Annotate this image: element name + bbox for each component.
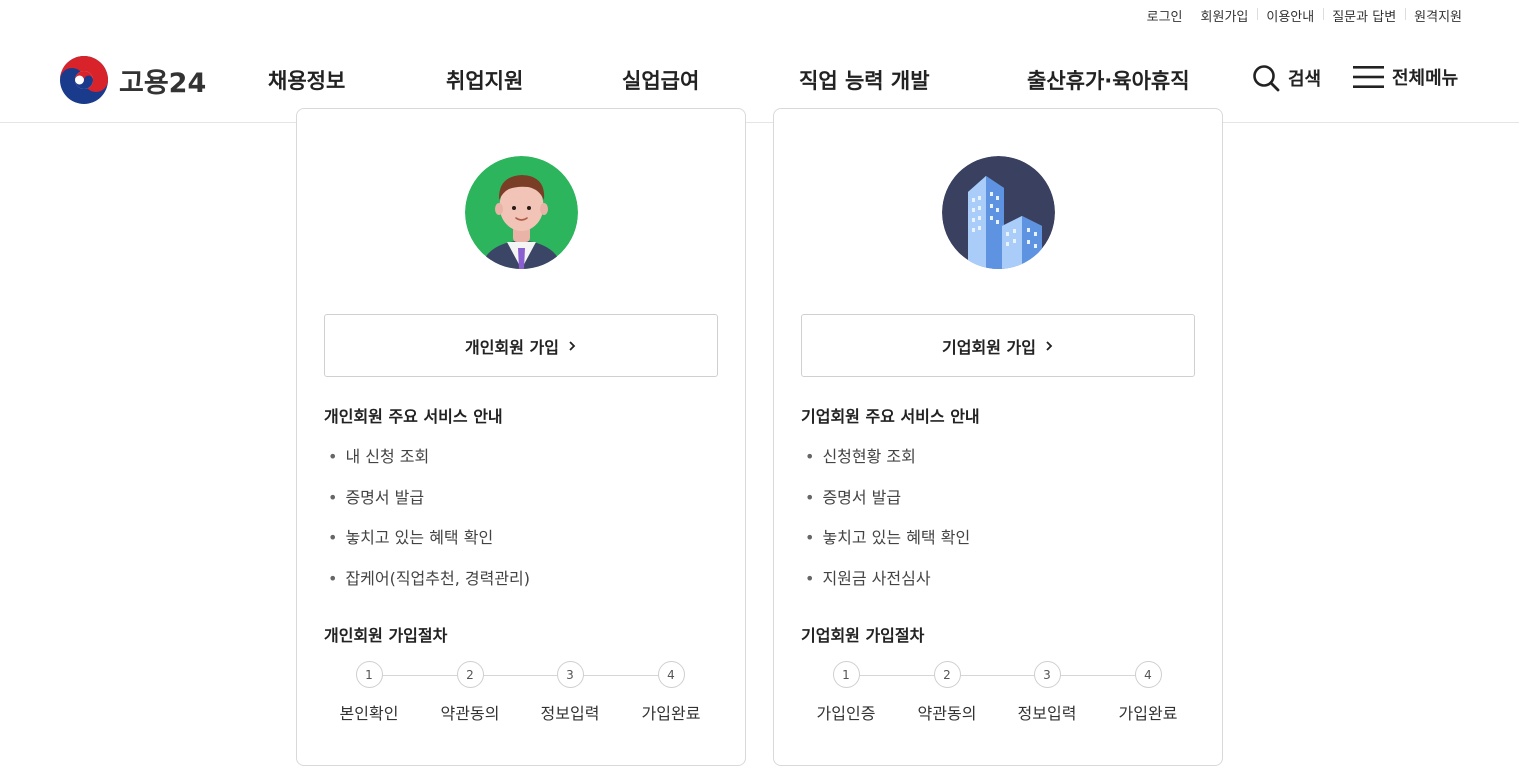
chevron-right-icon bbox=[569, 340, 576, 351]
corporate-join-button[interactable]: 기업회원 가입 bbox=[801, 314, 1195, 377]
site-logo[interactable]: 고용24 bbox=[59, 55, 206, 105]
login-link[interactable]: 로그인 bbox=[1138, 6, 1192, 25]
taegeuk-logo-icon bbox=[60, 56, 108, 104]
building-avatar-icon bbox=[942, 156, 1055, 269]
personal-member-card: 개인회원 가입 개인회원 주요 서비스 안내 • 내 신청 조회 • 증명서 발급 … bbox=[296, 108, 746, 766]
search-label: 검색 bbox=[1288, 69, 1322, 90]
list-item: • 지원금 사전심사 bbox=[805, 568, 931, 588]
list-item: • 내 신청 조회 bbox=[328, 447, 430, 466]
nav-parental-leave[interactable]: 출산휴가·육아휴직 bbox=[1027, 65, 1190, 95]
main-header: 고용24 채용정보 취업지원 실업급여 직업 능력 개발 출산휴가·육아휴직 검… bbox=[0, 30, 1519, 123]
full-menu-label: 전체메뉴 bbox=[1392, 68, 1459, 89]
qna-link[interactable]: 질문과 답변 bbox=[1323, 6, 1405, 25]
signup-link[interactable]: 회원가입 bbox=[1192, 6, 1258, 25]
corporate-join-label: 기업회원 가입 bbox=[942, 337, 1036, 357]
list-item: • 증명서 발급 bbox=[328, 487, 425, 507]
corporate-member-card: 기업회원 가입 기업회원 주요 서비스 안내 • 신청현황 조회 • 증명서 발급 … bbox=[773, 108, 1223, 766]
corporate-join-steps: 1 가입인증 2 약관동의 3 정보입력 4 가입완료 bbox=[801, 661, 1201, 731]
person-avatar-icon bbox=[465, 156, 578, 269]
step-1: 1 가입인증 bbox=[801, 661, 891, 724]
remote-support-link[interactable]: 원격지원 bbox=[1405, 6, 1462, 25]
step-2: 2 약관동의 bbox=[902, 661, 992, 724]
hamburger-menu-icon bbox=[1353, 66, 1384, 88]
nav-unemployment-benefits[interactable]: 실업급여 bbox=[622, 65, 699, 95]
step-3: 3 정보입력 bbox=[525, 661, 615, 724]
list-item: • 증명서 발급 bbox=[805, 487, 902, 507]
chevron-right-icon bbox=[1046, 340, 1053, 351]
nav-job-info[interactable]: 채용정보 bbox=[268, 65, 345, 95]
nav-employment-support[interactable]: 취업지원 bbox=[446, 65, 523, 95]
search-button[interactable]: 검색 bbox=[1252, 64, 1321, 92]
list-item: • 신청현황 조회 bbox=[805, 447, 916, 466]
step-4: 4 가입완료 bbox=[626, 661, 716, 724]
logo-text: 고용24 bbox=[119, 67, 207, 99]
list-item: • 놓치고 있는 혜택 확인 bbox=[328, 528, 494, 547]
step-1: 1 본인확인 bbox=[324, 661, 414, 724]
corporate-services-title: 기업회원 주요 서비스 안내 bbox=[801, 407, 980, 426]
corporate-services-list: • 신청현황 조회 • 증명서 발급 • 놓치고 있는 혜택 확인 • 지원금 사전심사 bbox=[805, 445, 970, 607]
personal-steps-title: 개인회원 가입절차 bbox=[324, 626, 448, 645]
personal-services-list: • 내 신청 조회 • 증명서 발급 • 놓치고 있는 혜택 확인 • 잡케어(직업추천… bbox=[328, 445, 530, 607]
full-menu-button[interactable]: 전체메뉴 bbox=[1353, 64, 1458, 90]
list-item: • 놓치고 있는 혜택 확인 bbox=[805, 528, 971, 547]
personal-services-title: 개인회원 주요 서비스 안내 bbox=[324, 407, 503, 426]
personal-join-button[interactable]: 개인회원 가입 bbox=[324, 314, 718, 377]
personal-join-label: 개인회원 가입 bbox=[465, 337, 559, 357]
nav-skills-development[interactable]: 직업 능력 개발 bbox=[799, 65, 930, 95]
step-4: 4 가입완료 bbox=[1103, 661, 1193, 724]
corporate-steps-title: 기업회원 가입절차 bbox=[801, 626, 925, 645]
utility-links: 로그인 회원가입 이용안내 질문과 답변 원격지원 bbox=[1138, 0, 1462, 30]
guide-link[interactable]: 이용안내 bbox=[1257, 6, 1323, 25]
personal-join-steps: 1 본인확인 2 약관동의 3 정보입력 4 가입완료 bbox=[324, 661, 724, 731]
list-item: • 잡케어(직업추천, 경력관리) bbox=[328, 568, 531, 588]
step-3: 3 정보입력 bbox=[1002, 661, 1092, 724]
step-2: 2 약관동의 bbox=[425, 661, 515, 724]
search-icon bbox=[1253, 65, 1280, 92]
